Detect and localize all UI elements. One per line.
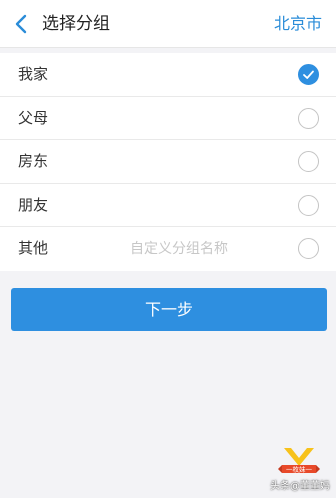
group-option-qita[interactable]: 其他 [0,227,336,271]
group-list: 我家 父母 房东 朋友 其他 [0,53,336,271]
group-label: 我家 [18,65,49,83]
watermark-badge-icon: 一枚妹一 [276,446,322,480]
back-arrow-icon[interactable] [10,12,34,36]
radio-unchecked-icon[interactable] [298,107,319,129]
radio-unchecked-icon[interactable] [298,238,319,260]
group-option-pengyou[interactable]: 朋友 [0,184,336,228]
group-option-wojia[interactable]: 我家 [0,53,336,97]
group-option-fangdong[interactable]: 房东 [0,140,336,184]
city-selector[interactable]: 北京市 [274,13,322,35]
watermark-source: 头条@董董妈 [270,481,330,492]
custom-group-name-input[interactable] [130,239,280,260]
radio-unchecked-icon[interactable] [298,151,319,173]
radio-unchecked-icon[interactable] [298,194,319,216]
svg-text:一枚妹一: 一枚妹一 [286,465,313,474]
group-label: 父母 [18,108,49,127]
radio-checked-icon[interactable] [298,64,319,85]
group-option-fumu[interactable]: 父母 [0,97,336,141]
top-bar: 选择分组 北京市 [0,0,336,48]
next-step-button[interactable]: 下一步 [11,288,327,331]
group-label: 朋友 [18,195,49,214]
page-title: 选择分组 [42,14,110,34]
group-label: 房东 [18,152,49,171]
group-label: 其他 [18,239,49,258]
